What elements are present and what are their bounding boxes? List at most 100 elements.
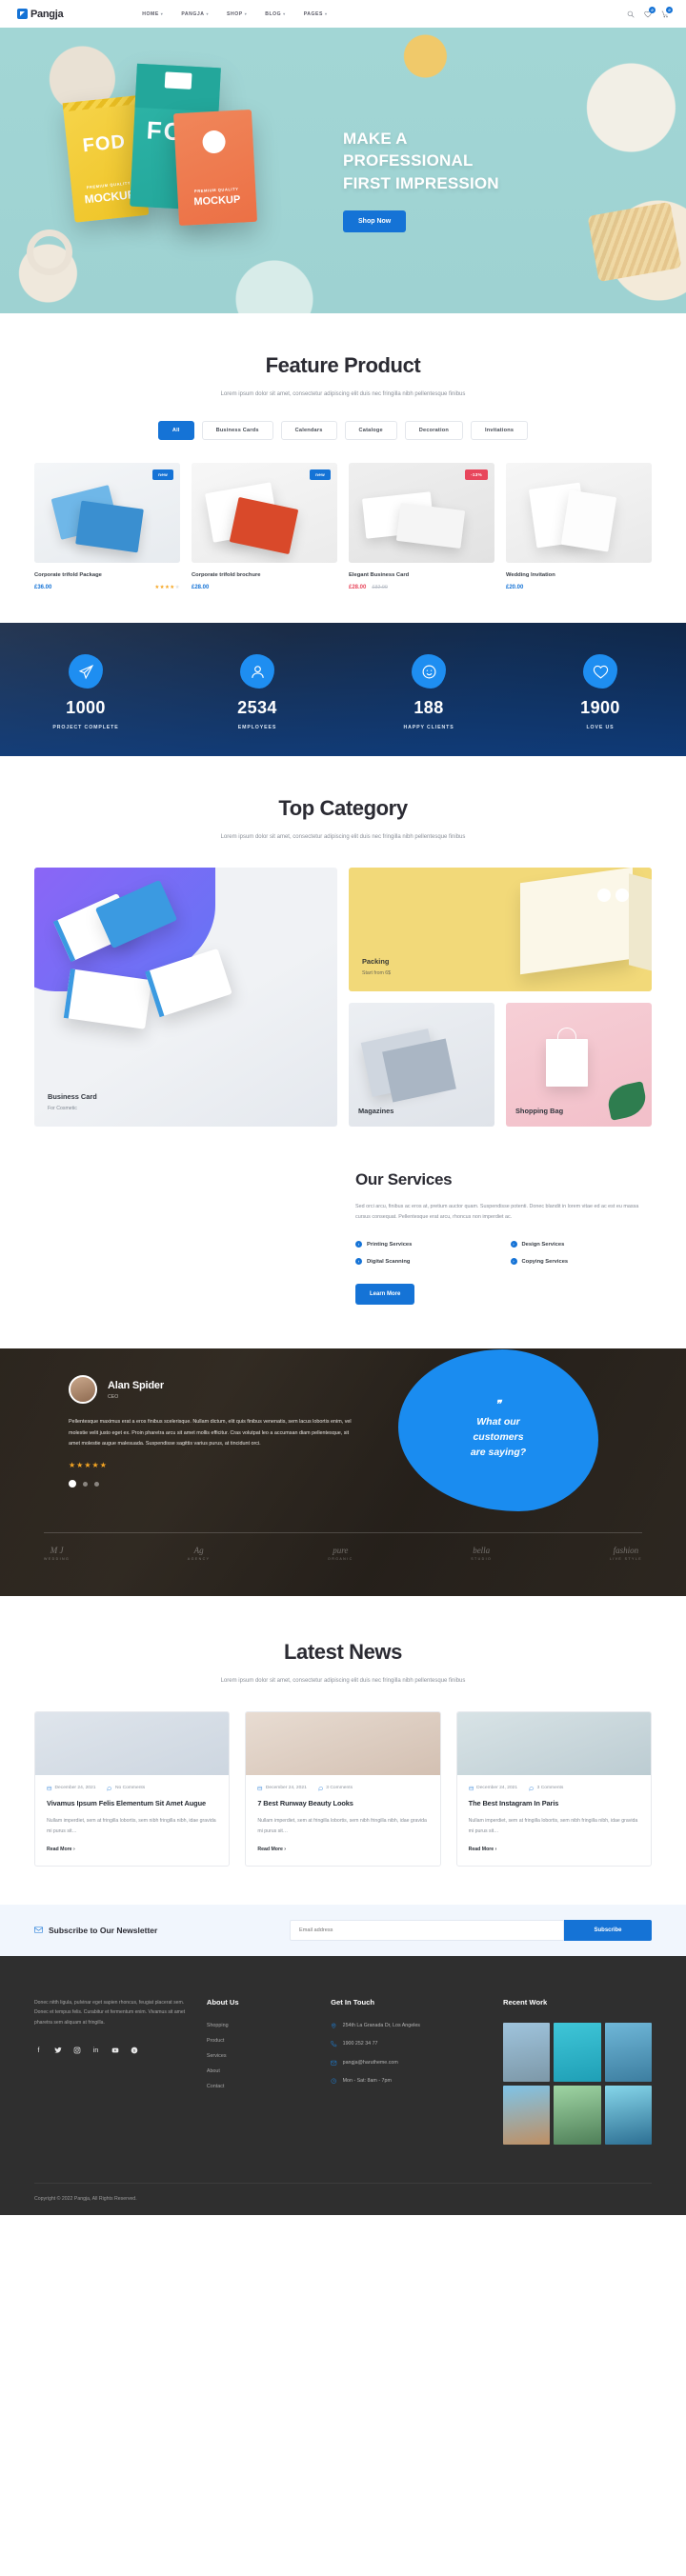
- product-image: [506, 463, 652, 563]
- subscribe-button[interactable]: Subscribe: [564, 1919, 652, 1941]
- footer-link-contact[interactable]: Contact: [207, 2084, 313, 2089]
- nav-item-blog[interactable]: BLOG ▾: [265, 11, 285, 17]
- footer-contact-phone[interactable]: 1900 252 34 77: [331, 2041, 486, 2047]
- chevron-right-icon: ›: [355, 1258, 362, 1266]
- category-right-column: Packing Start from 6$ Magazines Shopping…: [349, 868, 652, 1127]
- hero-headline: MAKE A PROFESSIONAL FIRST IMPRESSION: [343, 128, 499, 194]
- category-card-packing[interactable]: Packing Start from 6$: [349, 868, 652, 991]
- cart-icon[interactable]: 0: [660, 7, 673, 18]
- filter-business-cards[interactable]: Business Cards: [201, 421, 273, 440]
- facebook-icon[interactable]: f: [34, 2047, 43, 2055]
- product-thumbnail[interactable]: [506, 463, 652, 563]
- contact-text: 1900 252 34 77: [342, 2041, 378, 2047]
- instagram-icon[interactable]: [72, 2047, 81, 2055]
- nav-item-pages[interactable]: PAGES ▾: [304, 11, 328, 17]
- nav-label: PANGJA: [181, 10, 205, 17]
- user-icon: [240, 654, 274, 689]
- read-more-link[interactable]: Read More ›: [469, 1847, 639, 1852]
- services-title: Our Services: [355, 1170, 453, 1188]
- footer-contact-address: 254th La Granada Dr, Los Angeles: [331, 2023, 486, 2029]
- learn-more-button[interactable]: Learn More: [355, 1284, 415, 1306]
- brand-logo-item: bella STUDIO: [471, 1547, 492, 1562]
- newsletter-email-input[interactable]: [290, 1919, 564, 1941]
- service-item-scanning[interactable]: › Digital Scanning: [355, 1258, 497, 1266]
- nav-label: BLOG: [265, 10, 282, 17]
- carousel-dot[interactable]: [94, 1481, 99, 1487]
- product-thumbnail[interactable]: new: [192, 463, 337, 563]
- brand-logo[interactable]: Pangja: [17, 9, 64, 20]
- hero-line-1: MAKE A: [343, 130, 408, 148]
- work-thumbnail[interactable]: [554, 2022, 601, 2082]
- nav-item-home[interactable]: HOME ▾: [142, 11, 163, 17]
- read-more-link[interactable]: Read More ›: [257, 1847, 428, 1852]
- skype-icon[interactable]: S: [130, 2047, 138, 2055]
- news-card[interactable]: December 24, 2021 3 Comments 7 Best Runw…: [245, 1711, 441, 1867]
- product-thumbnail[interactable]: -13%: [349, 463, 494, 563]
- pack-label: MOCKUP: [193, 193, 241, 209]
- work-thumbnail[interactable]: [502, 2085, 551, 2145]
- service-item-printing[interactable]: › Printing Services: [355, 1241, 497, 1248]
- product-card[interactable]: -13% Elegant Business Card £28.00 £32.00: [349, 463, 494, 590]
- linkedin-icon[interactable]: in: [91, 2047, 100, 2055]
- comment-icon: [107, 1787, 112, 1791]
- product-card[interactable]: Wedding Invitation £20.00: [506, 463, 652, 590]
- category-card-business-card[interactable]: Business Card For Cosmetic: [34, 868, 337, 1127]
- footer-links-column: About Us Shopping Product Services About…: [207, 1998, 313, 2145]
- nav-item-shop[interactable]: SHOP ▾: [227, 11, 247, 17]
- chevron-down-icon: ▾: [283, 10, 286, 16]
- product-card[interactable]: new Corporate trifold brochure £28.00: [192, 463, 337, 590]
- category-card-magazines[interactable]: Magazines: [349, 1003, 494, 1127]
- copyright-text: Copyright © 2022 Pangja, All Rights Rese…: [34, 2195, 137, 2202]
- shop-now-button[interactable]: Shop Now: [343, 210, 407, 233]
- blob-text: What our customers are saying?: [471, 1415, 526, 1460]
- product-name: Wedding Invitation: [506, 572, 555, 578]
- chevron-right-icon: ›: [510, 1241, 517, 1248]
- carousel-dot-active[interactable]: [69, 1480, 76, 1488]
- news-comments: No Comments: [107, 1786, 145, 1791]
- youtube-icon[interactable]: [111, 2047, 119, 2055]
- site-header: Pangja HOME ▾ PANGJA ▾ SHOP ▾ BLOG ▾ PAG…: [0, 0, 686, 28]
- footer-link-shopping[interactable]: Shopping: [207, 2023, 313, 2028]
- wishlist-heart-icon[interactable]: 0: [643, 7, 656, 18]
- mail-icon: [331, 2060, 337, 2066]
- read-more-link[interactable]: Read More ›: [47, 1847, 217, 1852]
- category-grid: Business Card For Cosmetic Packing Start…: [34, 868, 652, 1127]
- brand-sub: LIVE STYLE: [609, 1557, 642, 1562]
- feature-product-section: Feature Product Lorem ipsum dolor sit am…: [0, 313, 686, 590]
- category-card-shopping-bag[interactable]: Shopping Bag: [506, 1003, 652, 1127]
- service-item-design[interactable]: › Design Services: [510, 1241, 653, 1248]
- category-title: Top Category: [278, 796, 408, 820]
- work-thumbnail[interactable]: [554, 2085, 601, 2145]
- service-item-copying[interactable]: › Copying Services: [510, 1258, 653, 1266]
- news-headline[interactable]: The Best Instagram In Paris: [469, 1799, 639, 1809]
- news-title: Latest News: [284, 1640, 402, 1665]
- work-thumbnail[interactable]: [502, 2022, 551, 2082]
- product-card[interactable]: new Corporate trifold Package £36.00 ★★★…: [34, 463, 180, 590]
- carousel-dot[interactable]: [83, 1481, 88, 1487]
- footer-link-about[interactable]: About: [207, 2068, 313, 2074]
- search-icon[interactable]: [626, 10, 635, 18]
- filter-invitations[interactable]: Invitations: [470, 421, 529, 440]
- product-thumbnail[interactable]: new: [34, 463, 180, 563]
- footer-contact-email[interactable]: pangja@harutheme.com: [331, 2060, 486, 2067]
- filter-cataloge[interactable]: Cataloge: [344, 421, 397, 440]
- news-headline[interactable]: 7 Best Runway Beauty Looks: [257, 1799, 428, 1809]
- news-headline[interactable]: Vivamus Ipsum Felis Elementum Sit Amet A…: [47, 1799, 217, 1809]
- stat-label: HAPPY CLIENTS: [403, 725, 454, 730]
- footer-link-services[interactable]: Services: [207, 2053, 313, 2059]
- news-card[interactable]: December 24, 2021 No Comments Vivamus Ip…: [34, 1711, 231, 1867]
- filter-calendars[interactable]: Calendars: [280, 421, 337, 440]
- testimonial-section: Alan Spider CEO Pellentesque maximus era…: [0, 1348, 686, 1597]
- product-price-row: £36.00 ★★★★★: [34, 585, 180, 590]
- testimonial-pagination[interactable]: [69, 1480, 354, 1488]
- news-card[interactable]: December 24, 2021 3 Comments The Best In…: [455, 1711, 652, 1867]
- filter-decoration[interactable]: Decoration: [404, 421, 463, 440]
- work-thumbnail[interactable]: [604, 2085, 652, 2145]
- brand-mark: M J: [50, 1546, 64, 1556]
- work-thumbnail[interactable]: [604, 2022, 652, 2082]
- nav-item-pangja[interactable]: PANGJA ▾: [181, 11, 209, 17]
- service-label: Digital Scanning: [367, 1258, 411, 1265]
- filter-all[interactable]: All: [157, 421, 194, 440]
- twitter-icon[interactable]: [53, 2047, 62, 2055]
- footer-link-product[interactable]: Product: [207, 2038, 313, 2044]
